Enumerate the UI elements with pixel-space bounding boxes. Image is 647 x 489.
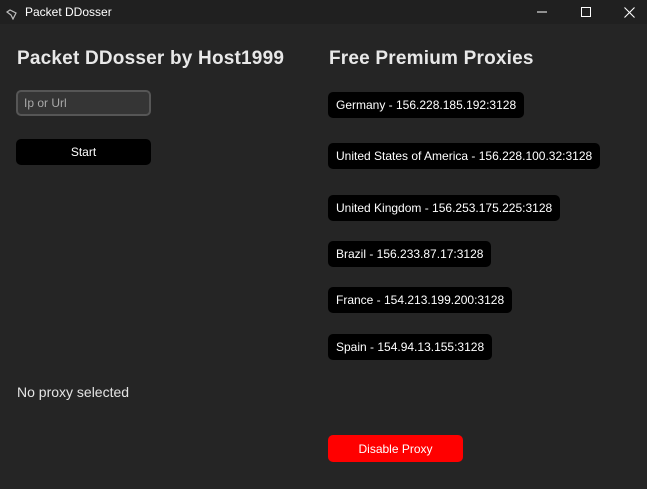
proxy-button-uk[interactable]: United Kingdom - 156.253.175.225:3128 xyxy=(328,195,561,221)
proxy-button-spain[interactable]: Spain - 154.94.13.155:3128 xyxy=(328,334,493,360)
proxy-button-usa[interactable]: United States of America - 156.228.100.3… xyxy=(328,143,601,169)
window-title: Packet DDosser xyxy=(25,5,112,19)
minimize-icon xyxy=(537,11,547,13)
proxy-button-germany[interactable]: Germany - 156.228.185.192:3128 xyxy=(328,92,525,118)
start-button[interactable]: Start xyxy=(16,139,151,165)
title-bar[interactable]: Packet DDosser xyxy=(0,0,647,24)
proxy-button-france[interactable]: France - 154.213.199.200:3128 xyxy=(328,287,513,313)
disable-proxy-button[interactable]: Disable Proxy xyxy=(328,435,463,462)
close-button[interactable] xyxy=(606,0,647,24)
proxy-button-brazil[interactable]: Brazil - 156.233.87.17:3128 xyxy=(328,241,492,267)
maximize-button[interactable] xyxy=(563,0,609,24)
minimize-button[interactable] xyxy=(519,0,565,24)
app-icon xyxy=(5,7,17,21)
target-url-input[interactable] xyxy=(16,90,151,116)
close-icon xyxy=(623,6,635,18)
page-title: Packet DDosser by Host1999 xyxy=(17,48,285,69)
proxy-status-text: No proxy selected xyxy=(17,384,130,400)
app-window: Packet DDosser Packet DDosser by Host199… xyxy=(0,0,647,489)
proxies-heading: Free Premium Proxies xyxy=(329,48,534,69)
maximize-icon xyxy=(581,7,591,17)
